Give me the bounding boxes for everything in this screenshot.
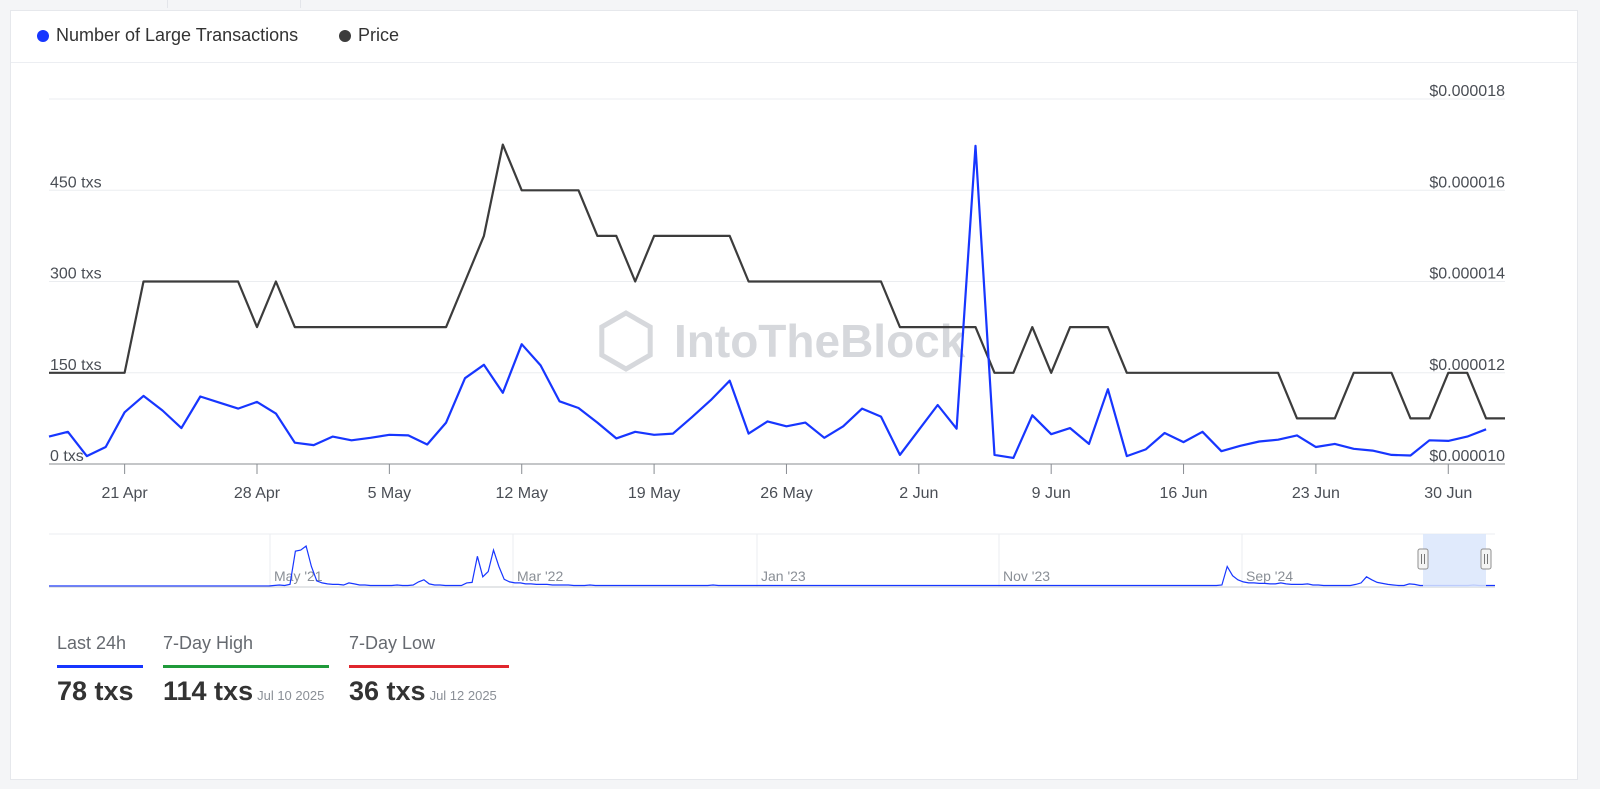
x-tick-label: 5 May <box>368 485 412 502</box>
x-tick-label: 28 Apr <box>234 485 281 502</box>
navigator-label: Jan '23 <box>761 568 806 584</box>
stat-label: 7-Day High <box>163 633 254 653</box>
x-tick-label: 12 May <box>495 485 547 502</box>
stat-value: 36 txs Jul 12 2025 <box>349 676 509 707</box>
stat-7-day-high: 7-Day High 114 txs Jul 10 2025 <box>163 633 329 707</box>
stat-value: 78 txs <box>57 676 143 707</box>
tab-divider <box>167 0 168 8</box>
stat-last-24h: Last 24h 78 txs <box>57 633 143 707</box>
stat-number: 78 txs <box>57 676 134 706</box>
watermark-logo-icon <box>599 310 653 372</box>
navigator-handle-icon[interactable] <box>1417 548 1429 570</box>
y-left-tick-label: 450 txs <box>50 174 102 191</box>
navigator-label: Mar '22 <box>517 568 563 584</box>
y-right-tick-label: $0.000018 <box>1429 83 1505 100</box>
line-chart[interactable]: IntoTheBlock $0.000010 $0.000012 $0.000014… <box>11 11 1579 611</box>
y-left-tick-label: 300 txs <box>50 266 102 283</box>
x-tick-label: 19 May <box>628 485 680 502</box>
stat-underline <box>349 665 509 668</box>
stat-underline <box>57 665 143 668</box>
stat-label: Last 24h <box>57 633 127 653</box>
y-right-tick-label: $0.000010 <box>1429 448 1505 465</box>
series-line-large-transactions <box>48 144 1487 459</box>
watermark-text: IntoTheBlock <box>674 315 966 367</box>
navigator-label: Sep '24 <box>1246 568 1293 584</box>
stat-number: 36 txs <box>349 676 426 706</box>
stat-label: 7-Day Low <box>349 633 436 653</box>
x-tick-label: 26 May <box>760 485 812 502</box>
stat-date: Jul 10 2025 <box>257 688 325 703</box>
top-strip <box>0 0 1600 8</box>
x-tick-label: 2 Jun <box>899 485 938 502</box>
navigator-label: Nov '23 <box>1003 568 1050 584</box>
navigator-selection[interactable] <box>1423 534 1486 587</box>
watermark: IntoTheBlock <box>599 310 966 372</box>
y-left-tick-label: 0 txs <box>50 448 84 465</box>
navigator-handle-icon[interactable] <box>1480 548 1492 570</box>
stat-underline <box>163 665 329 668</box>
y-right-tick-label: $0.000016 <box>1429 174 1505 191</box>
y-right-tick-label: $0.000012 <box>1429 357 1505 374</box>
stat-number: 114 txs <box>163 676 254 706</box>
x-tick-label: 21 Apr <box>102 485 149 502</box>
stat-7-day-low: 7-Day Low 36 txs Jul 12 2025 <box>349 633 509 707</box>
x-tick-label: 9 Jun <box>1032 485 1071 502</box>
x-tick-label: 23 Jun <box>1292 485 1340 502</box>
x-tick-label: 30 Jun <box>1424 485 1472 502</box>
y-right-tick-label: $0.000014 <box>1429 266 1505 283</box>
chart-card: Number of Large Transactions Price IntoT… <box>10 10 1578 780</box>
y-left-tick-label: 150 txs <box>50 357 102 374</box>
stat-date: Jul 12 2025 <box>429 688 497 703</box>
stat-value: 114 txs Jul 10 2025 <box>163 676 329 707</box>
x-tick-label: 16 Jun <box>1160 485 1208 502</box>
tab-divider <box>300 0 301 8</box>
